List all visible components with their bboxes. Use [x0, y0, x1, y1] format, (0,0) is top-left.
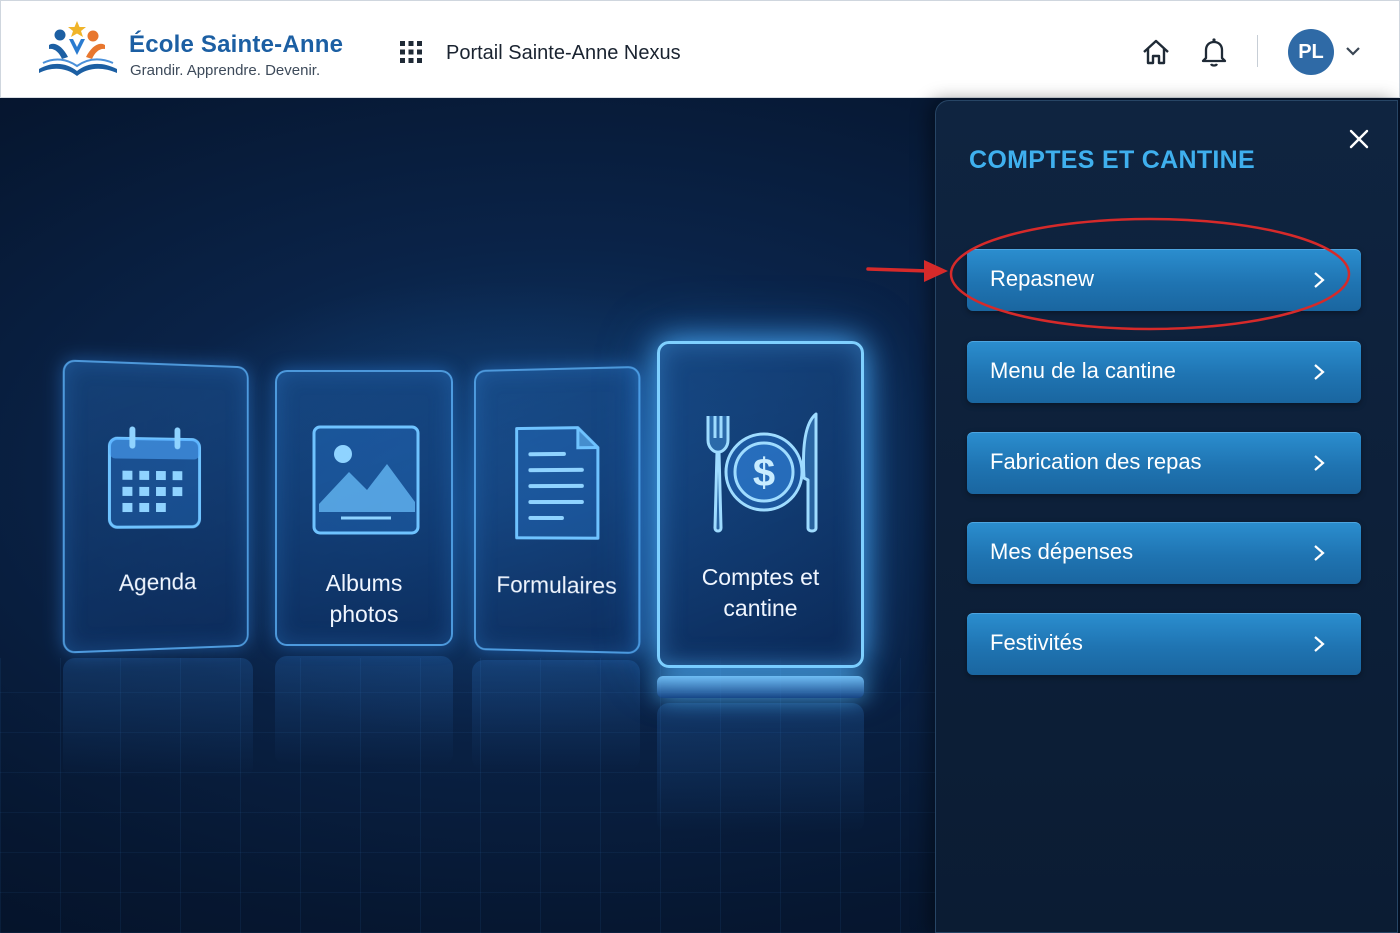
- school-tagline: Grandir. Apprendre. Devenir.: [130, 62, 321, 79]
- tile-reflection: [472, 660, 640, 770]
- tile-comptes-cantine-label: Comptes et cantine: [701, 564, 820, 621]
- chevron-down-icon[interactable]: [1345, 45, 1361, 57]
- menu-item-repasnew[interactable]: Repasnew: [967, 249, 1361, 311]
- school-logo[interactable]: [35, 19, 121, 81]
- school-name: École Sainte-Anne: [129, 31, 344, 58]
- notifications-bell-icon[interactable]: [1199, 36, 1229, 68]
- cutlery-dollar-icon: $: [706, 412, 818, 533]
- home-icon[interactable]: [1140, 36, 1172, 68]
- tile-agenda[interactable]: Agenda: [62, 359, 249, 654]
- image-icon: [312, 425, 420, 535]
- chevron-right-icon: [1314, 545, 1325, 561]
- tile-reflection: [63, 658, 253, 778]
- menu-item-label: Menu de la cantine: [990, 358, 1176, 383]
- tile-comptes-cantine[interactable]: $ Comptes et cantine: [657, 341, 864, 668]
- calendar-icon: [105, 426, 203, 536]
- menu-item-festivites[interactable]: Festivités: [967, 613, 1361, 675]
- panel-title: COMPTES ET CANTINE: [969, 146, 1255, 174]
- chevron-right-icon: [1314, 455, 1325, 471]
- close-icon[interactable]: [1347, 127, 1371, 151]
- selected-tile-pedestal: [657, 676, 864, 698]
- comptes-cantine-panel: COMPTES ET CANTINE Repasnew Menu de la c…: [935, 100, 1398, 933]
- tile-agenda-label: Agenda: [118, 568, 197, 596]
- menu-item-label: Repasnew: [990, 266, 1094, 291]
- header-divider: [1257, 35, 1258, 67]
- chevron-right-icon: [1314, 636, 1325, 652]
- menu-item-label: Festivités: [990, 630, 1083, 655]
- tile-albums-photos[interactable]: Albums photos: [275, 370, 453, 646]
- chevron-right-icon: [1314, 364, 1325, 380]
- menu-item-label: Fabrication des repas: [990, 449, 1202, 474]
- chevron-right-icon: [1314, 272, 1325, 288]
- user-avatar[interactable]: PL: [1288, 29, 1334, 75]
- tile-albums-photos-label: Albums photos: [325, 570, 403, 627]
- tile-reflection: [275, 656, 453, 766]
- svg-text:$: $: [753, 451, 775, 495]
- tile-formulaires[interactable]: Formulaires: [474, 365, 641, 655]
- top-header: École Sainte-Anne Grandir. Apprendre. De…: [0, 0, 1400, 98]
- menu-item-label: Mes dépenses: [990, 539, 1134, 564]
- tile-reflection: [657, 703, 864, 833]
- menu-item-menu-cantine[interactable]: Menu de la cantine: [967, 341, 1361, 403]
- document-icon: [513, 423, 602, 542]
- apps-grid-icon[interactable]: [400, 41, 422, 63]
- portal-name: Portail Sainte-Anne Nexus: [446, 42, 681, 64]
- tile-formulaires-label: Formulaires: [496, 571, 617, 599]
- menu-item-mes-depenses[interactable]: Mes dépenses: [967, 522, 1361, 584]
- menu-item-fabrication-repas[interactable]: Fabrication des repas: [967, 432, 1361, 494]
